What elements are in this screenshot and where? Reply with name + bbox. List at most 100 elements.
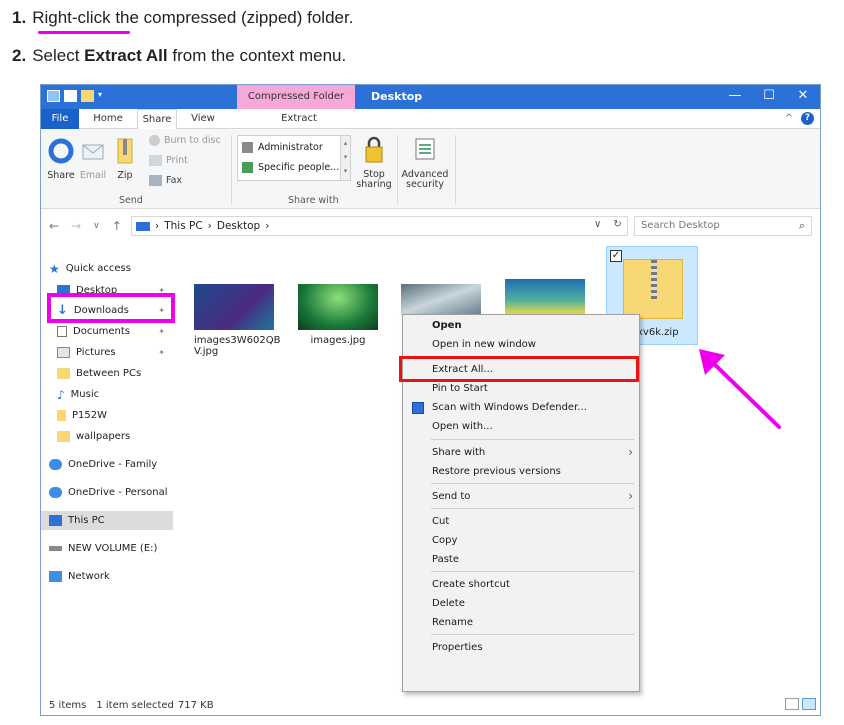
file-item[interactable]: images3W602QB V.jpg	[194, 284, 280, 357]
forward-arrow-icon[interactable]: →	[71, 219, 81, 233]
file-item[interactable]	[401, 284, 481, 314]
nav-documents[interactable]: Documents ✦	[57, 322, 169, 341]
search-icon[interactable]: ⌕	[799, 219, 805, 233]
nav-p152w[interactable]: P152W	[57, 406, 169, 425]
nav-wallpapers[interactable]: wallpapers	[57, 427, 169, 446]
nav-onedrive-family[interactable]: OneDrive - Family	[49, 455, 171, 474]
search-input[interactable]: Search Desktop ⌕	[634, 216, 812, 236]
address-bar[interactable]: › This PC › Desktop ›	[131, 216, 628, 236]
burn-label: Burn to disc	[164, 135, 221, 146]
menu-item-restore-previous[interactable]: Restore previous versions	[403, 462, 639, 481]
nav-label: Pictures	[76, 347, 116, 358]
print-button[interactable]: Print	[149, 155, 188, 166]
details-view-icon[interactable]	[785, 698, 799, 710]
address-dropdown-icon[interactable]: ∨	[594, 219, 601, 230]
nav-music[interactable]: ♪ Music	[57, 385, 169, 404]
tab-extract[interactable]: Extract	[256, 109, 342, 129]
chevron-right-icon[interactable]: ›	[265, 220, 269, 232]
minimize-button[interactable]: —	[718, 85, 752, 109]
nav-this-pc[interactable]: This PC	[41, 511, 173, 530]
menu-item-rename[interactable]: Rename	[403, 613, 639, 632]
burn-to-disc-button[interactable]: Burn to disc	[149, 135, 221, 146]
tab-home[interactable]: Home	[83, 109, 133, 129]
cloud-icon	[49, 459, 62, 470]
file-item[interactable]: images.jpg	[298, 284, 378, 346]
step-number: 2.	[12, 46, 27, 65]
nav-network[interactable]: Network	[49, 567, 171, 586]
tab-share[interactable]: Share	[137, 109, 177, 130]
new-folder-icon[interactable]	[81, 90, 94, 102]
properties-icon[interactable]	[64, 90, 77, 102]
menu-separator	[431, 571, 634, 572]
ribbon-help-area: ^ ?	[785, 112, 814, 125]
folder-icon	[57, 410, 66, 421]
breadcrumb-this-pc[interactable]: This PC	[164, 220, 202, 232]
share-with-list[interactable]: Administrator Specific people...	[237, 135, 341, 181]
large-icons-view-icon[interactable]	[802, 698, 816, 710]
close-button[interactable]: ✕	[786, 85, 820, 109]
zip-button[interactable]: Zip	[113, 137, 137, 181]
refresh-icon[interactable]: ↻	[613, 219, 621, 230]
breadcrumb-desktop[interactable]: Desktop	[217, 220, 260, 232]
nav-quick-access[interactable]: ★ Quick access	[49, 259, 171, 278]
nav-label: Network	[68, 571, 110, 582]
pin-icon[interactable]: ✦	[158, 348, 165, 357]
tab-file[interactable]: File	[41, 109, 79, 129]
checkbox-icon[interactable]: ✓	[610, 250, 622, 262]
back-arrow-icon[interactable]: ←	[49, 219, 59, 233]
share-list-item[interactable]: Administrator	[242, 142, 323, 153]
step-2-bold: Extract All	[84, 46, 168, 65]
email-button[interactable]: Email	[79, 137, 107, 181]
menu-item-create-shortcut[interactable]: Create shortcut	[403, 575, 639, 594]
compressed-folder-tools-tab[interactable]: Compressed Folder Tools	[237, 85, 355, 126]
advanced-security-button[interactable]: Advanced security	[399, 135, 451, 190]
advanced-security-icon	[415, 138, 435, 160]
collapse-ribbon-icon[interactable]: ^	[785, 113, 793, 124]
menu-item-send-to[interactable]: Send to ›	[403, 487, 639, 506]
menu-item-cut[interactable]: Cut	[403, 512, 639, 531]
chevron-right-icon[interactable]: ›	[208, 220, 212, 232]
search-placeholder: Search Desktop	[641, 220, 720, 231]
menu-item-share-with[interactable]: Share with ›	[403, 443, 639, 462]
menu-item-copy[interactable]: Copy	[403, 531, 639, 550]
shared-folder-icon	[57, 431, 70, 442]
maximize-button[interactable]: ☐	[752, 85, 786, 109]
network-icon	[49, 571, 62, 582]
nav-pictures[interactable]: Pictures ✦	[57, 343, 169, 362]
stop-sharing-button[interactable]: Stop sharing	[355, 135, 393, 190]
tab-view[interactable]: View	[181, 109, 225, 129]
folder-app-icon[interactable]	[47, 90, 60, 102]
menu-item-open-new-window[interactable]: Open in new window	[403, 335, 639, 354]
nav-new-volume[interactable]: NEW VOLUME (E:)	[49, 539, 171, 558]
step-1-text: the compressed (zipped) folder.	[110, 8, 354, 27]
share-list-item[interactable]: Specific people...	[242, 162, 339, 173]
fax-button[interactable]: Fax	[149, 175, 182, 186]
pin-icon[interactable]: ✦	[158, 327, 165, 336]
menu-item-open-with[interactable]: Open with...	[403, 417, 639, 436]
menu-item-delete[interactable]: Delete	[403, 594, 639, 613]
menu-item-properties[interactable]: Properties	[403, 638, 639, 657]
nav-onedrive-personal[interactable]: OneDrive - Personal	[49, 483, 171, 502]
qat-dropdown-icon[interactable]: ▾	[98, 90, 106, 102]
share-icon	[48, 138, 74, 164]
menu-item-paste[interactable]: Paste	[403, 550, 639, 569]
share-button[interactable]: Share	[45, 137, 77, 181]
chevron-right-icon[interactable]: ›	[155, 220, 159, 232]
recent-dropdown-icon[interactable]: ∨	[93, 221, 100, 233]
menu-item-label: Send to	[432, 491, 471, 502]
disc-icon	[149, 135, 160, 146]
chevron-right-icon: ›	[628, 489, 633, 503]
music-note-icon: ♪	[57, 387, 65, 402]
zip-icon	[117, 138, 133, 164]
status-bar: 5 items 1 item selected 717 KB	[41, 695, 820, 715]
menu-item-open[interactable]: Open	[403, 316, 639, 335]
nav-between-pcs[interactable]: Between PCs	[57, 364, 169, 383]
file-item[interactable]	[505, 279, 585, 314]
help-icon[interactable]: ?	[801, 112, 814, 125]
menu-item-scan-defender[interactable]: Scan with Windows Defender...	[403, 398, 639, 417]
drive-icon	[49, 546, 62, 551]
file-name: images3W602QB V.jpg	[194, 335, 281, 357]
share-list-scroll[interactable]: ▴ ▾ ▾	[341, 135, 351, 181]
up-arrow-icon[interactable]: ↑	[112, 219, 122, 233]
nav-label: Documents	[73, 326, 131, 337]
